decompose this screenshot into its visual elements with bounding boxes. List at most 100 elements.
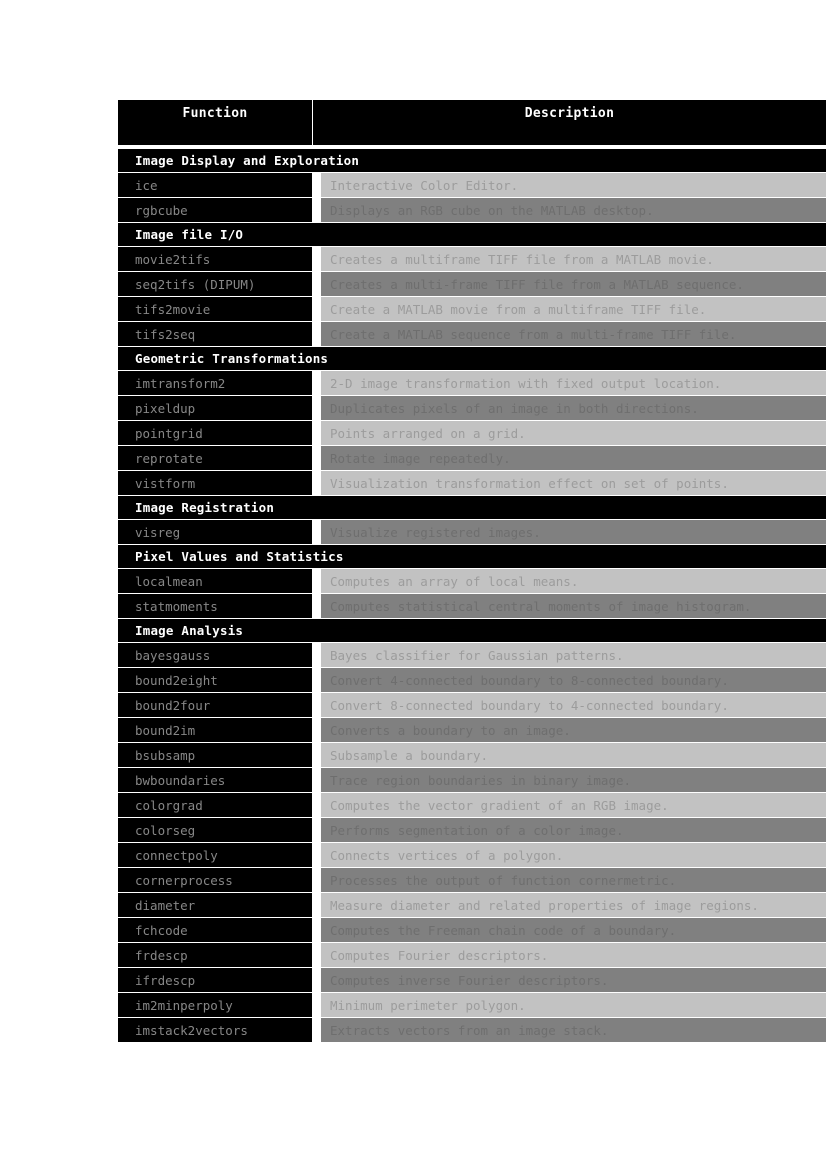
cell-spacer [312,471,321,496]
function-name-cell: localmean [118,569,312,594]
function-description-cell: 2-D image transformation with fixed outp… [321,371,826,396]
function-name-cell: reprotate [118,446,312,471]
function-name-cell: vistform [118,471,312,496]
cell-spacer [312,743,321,768]
section-header-row: Geometric Transformations [118,347,826,371]
function-description-cell: Create a MATLAB sequence from a multi-fr… [321,322,826,347]
cell-spacer [312,594,321,619]
function-description-cell: Visualization transformation effect on s… [321,471,826,496]
function-name-cell: diameter [118,893,312,918]
cell-spacer [312,643,321,668]
cell-spacer [312,993,321,1018]
table-row: ice Interactive Color Editor. [118,173,826,198]
function-description-cell: Computes the Freeman chain code of a bou… [321,918,826,943]
column-header-function: Function [118,100,313,145]
cell-spacer [312,818,321,843]
function-name-cell: bayesgauss [118,643,312,668]
section-title: Image file I/O [135,227,244,242]
function-description-cell: Trace region boundaries in binary image. [321,768,826,793]
function-description-cell: Convert 4-connected boundary to 8-connec… [321,668,826,693]
function-description-cell: Bayes classifier for Gaussian patterns. [321,643,826,668]
function-name-cell: imstack2vectors [118,1018,312,1043]
table-row: bound2eight Convert 4-connected boundary … [118,668,826,693]
table-row: bsubsamp Subsample a boundary. [118,743,826,768]
function-name-cell: frdescp [118,943,312,968]
section-title: Image Display and Exploration [135,153,360,168]
function-description-cell: Computes an array of local means. [321,569,826,594]
table-row: reprotate Rotate image repeatedly. [118,446,826,471]
function-description-cell: Points arranged on a grid. [321,421,826,446]
table-bottom-edge [118,1043,826,1046]
function-description-cell: Convert 8-connected boundary to 4-connec… [321,693,826,718]
function-name-cell: im2minperpoly [118,993,312,1018]
function-description-cell: Rotate image repeatedly. [321,446,826,471]
table-body: Image Display and Exploration ice Interact… [118,149,826,1043]
cell-spacer [312,272,321,297]
function-description-cell: Subsample a boundary. [321,743,826,768]
function-description-cell: Computes Fourier descriptors. [321,943,826,968]
function-name-cell: ifrdescp [118,968,312,993]
table-row: colorseg Performs segmentation of a color… [118,818,826,843]
function-description-cell: Interactive Color Editor. [321,173,826,198]
cell-spacer [312,421,321,446]
section-title: Pixel Values and Statistics [135,549,344,564]
function-reference-table: Function Description Image Display and E… [118,100,826,1046]
function-description-cell: Duplicates pixels of an image in both di… [321,396,826,421]
function-name-cell: bound2im [118,718,312,743]
function-name-cell: movie2tifs [118,247,312,272]
table-row: localmean Computes an array of local mean… [118,569,826,594]
table-row: pointgrid Points arranged on a grid. [118,421,826,446]
cell-spacer [312,173,321,198]
cell-spacer [312,718,321,743]
function-description-cell: Displays an RGB cube on the MATLAB deskt… [321,198,826,223]
cell-spacer [312,918,321,943]
section-title: Image Registration [135,500,275,515]
cell-spacer [312,668,321,693]
function-description-cell: Processes the output of function cornerm… [321,868,826,893]
function-name-cell: fchcode [118,918,312,943]
cell-spacer [312,446,321,471]
table-row: bound2im Converts a boundary to an image. [118,718,826,743]
table-row: tifs2seq Create a MATLAB sequence from a … [118,322,826,347]
table-header-row: Function Description [118,100,826,145]
column-header-description: Description [524,106,615,121]
cell-spacer [312,693,321,718]
cell-spacer [312,569,321,594]
cell-spacer [312,396,321,421]
function-name-cell: tifs2seq [118,322,312,347]
table-row: visreg Visualize registered images. [118,520,826,545]
function-name-cell: cornerprocess [118,868,312,893]
function-description-cell: Computes the vector gradient of an RGB i… [321,793,826,818]
section-title: Geometric Transformations [135,351,329,366]
function-name-cell: rgbcube [118,198,312,223]
function-name-cell: seq2tifs (DIPUM) [118,272,312,297]
cell-spacer [312,893,321,918]
function-description-cell: Performs segmentation of a color image. [321,818,826,843]
cell-spacer [312,968,321,993]
cell-spacer [312,943,321,968]
section-header-row: Image file I/O [118,223,826,247]
cell-spacer [312,1018,321,1043]
function-name-cell: connectpoly [118,843,312,868]
table-row: vistform Visualization transformation eff… [118,471,826,496]
function-description-cell: Computes inverse Fourier descriptors. [321,968,826,993]
table-row: bayesgauss Bayes classifier for Gaussian … [118,643,826,668]
table-row: fchcode Computes the Freeman chain code o… [118,918,826,943]
table-row: bound2four Convert 8-connected boundary t… [118,693,826,718]
section-header-row: Image Registration [118,496,826,520]
function-description-cell: Create a MATLAB movie from a multiframe … [321,297,826,322]
cell-spacer [312,247,321,272]
cell-spacer [312,793,321,818]
function-name-cell: bwboundaries [118,768,312,793]
table-row: imtransform2 2-D image transformation wit… [118,371,826,396]
section-header-row: Image Display and Exploration [118,149,826,173]
function-name-cell: imtransform2 [118,371,312,396]
function-description-cell: Creates a multiframe TIFF file from a MA… [321,247,826,272]
function-description-cell: Minimum perimeter polygon. [321,993,826,1018]
function-name-cell: statmoments [118,594,312,619]
function-description-cell: Converts a boundary to an image. [321,718,826,743]
section-title: Image Analysis [135,623,244,638]
cell-spacer [312,868,321,893]
table-row: imstack2vectors Extracts vectors from an … [118,1018,826,1043]
table-row: frdescp Computes Fourier descriptors. [118,943,826,968]
